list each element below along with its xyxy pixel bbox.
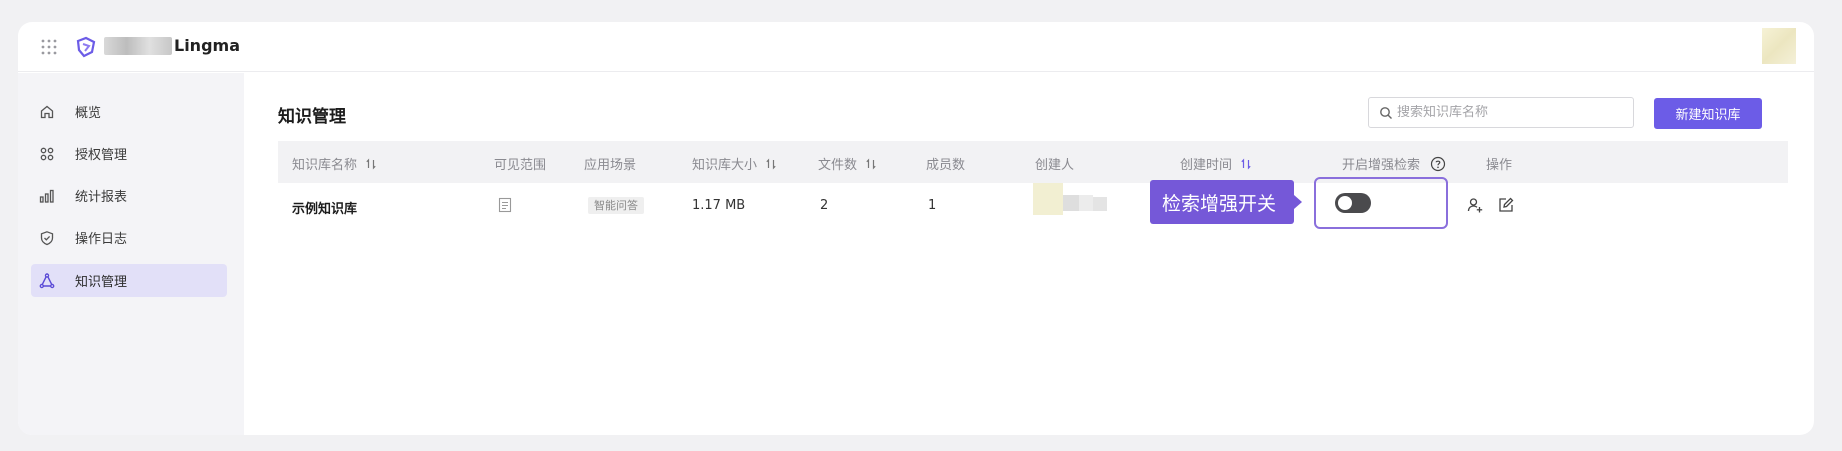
scene-tag: 智能问答 bbox=[588, 197, 644, 214]
main-content: 知识管理 新建知识库 知识库名称 可见范围 应用场景 知识库大小 文件数 bbox=[244, 73, 1814, 435]
column-header-size[interactable]: 知识库大小 bbox=[692, 154, 777, 173]
knowledge-icon bbox=[39, 272, 55, 289]
new-knowledge-base-button[interactable]: 新建知识库 bbox=[1654, 98, 1762, 129]
sidebar-item-label: 概览 bbox=[75, 106, 102, 121]
brand-name: Lingma bbox=[174, 36, 240, 55]
table-row: 示例知识库 智能问答 1.17 MB 2 1 bbox=[278, 183, 1788, 229]
column-header-creator: 创建人 bbox=[1035, 158, 1075, 173]
scene-cell: 智能问答 bbox=[588, 197, 644, 214]
home-icon bbox=[39, 104, 55, 120]
table-header: 知识库名称 可见范围 应用场景 知识库大小 文件数 成员数 创建人 创建时间 开… bbox=[278, 141, 1788, 183]
search-input[interactable] bbox=[1397, 105, 1617, 120]
column-header-created-time[interactable]: 创建时间 bbox=[1180, 154, 1252, 173]
sidebar-item-label: 统计报表 bbox=[75, 190, 128, 205]
kb-name-cell[interactable]: 示例知识库 bbox=[292, 198, 357, 217]
sort-icon[interactable] bbox=[865, 157, 877, 170]
avatar[interactable] bbox=[1762, 28, 1796, 64]
apps-icon bbox=[39, 146, 55, 162]
top-bar: Lingma bbox=[18, 22, 1814, 72]
help-icon[interactable] bbox=[1430, 156, 1446, 172]
sidebar-item-knowledge[interactable]: 知识管理 bbox=[31, 264, 227, 297]
sidebar-item-label: 授权管理 bbox=[75, 148, 128, 163]
document-icon bbox=[498, 197, 512, 213]
sidebar-item-statistics[interactable]: 统计报表 bbox=[31, 179, 227, 212]
sidebar-item-label: 知识管理 bbox=[75, 275, 128, 290]
files-cell: 2 bbox=[820, 198, 829, 213]
app-grid-icon[interactable] bbox=[40, 38, 58, 56]
search-box[interactable] bbox=[1368, 97, 1634, 128]
column-header-name[interactable]: 知识库名称 bbox=[292, 154, 377, 173]
enhanced-search-toggle[interactable] bbox=[1335, 193, 1371, 213]
column-header-members: 成员数 bbox=[926, 158, 966, 173]
sort-icon[interactable] bbox=[365, 157, 377, 170]
sidebar: 概览 授权管理 统计报表 操作日志 知识管理 bbox=[18, 73, 244, 435]
creator-redacted bbox=[1033, 183, 1107, 215]
column-header-files[interactable]: 文件数 bbox=[818, 154, 877, 173]
column-header-visibility: 可见范围 bbox=[494, 158, 547, 173]
annotation-callout: 检索增强开关 bbox=[1150, 180, 1294, 224]
members-cell: 1 bbox=[928, 198, 937, 213]
column-header-enhanced-search: 开启增强检索 bbox=[1342, 154, 1446, 173]
sidebar-item-overview[interactable]: 概览 bbox=[31, 95, 227, 128]
visibility-cell bbox=[498, 197, 512, 217]
app-window: Lingma 概览 授权管理 统计报表 操作日志 知识管理 知识管理 搜索知识库… bbox=[18, 22, 1814, 435]
column-header-scene: 应用场景 bbox=[584, 158, 637, 173]
lingma-logo-icon bbox=[76, 36, 96, 58]
size-cell: 1.17 MB bbox=[692, 198, 746, 213]
shield-check-icon bbox=[39, 230, 55, 246]
edit-icon[interactable] bbox=[1497, 196, 1515, 214]
add-member-icon[interactable] bbox=[1466, 196, 1484, 214]
toggle-knob bbox=[1338, 196, 1352, 210]
search-icon bbox=[1380, 106, 1392, 119]
sort-icon[interactable] bbox=[1240, 157, 1252, 170]
page-title: 知识管理 bbox=[278, 107, 346, 127]
callout-arrow bbox=[1294, 195, 1302, 209]
column-header-actions: 操作 bbox=[1486, 158, 1513, 173]
brand-prefix-redacted bbox=[104, 37, 172, 55]
sidebar-item-audit-log[interactable]: 操作日志 bbox=[31, 221, 227, 254]
sidebar-item-label: 操作日志 bbox=[75, 232, 128, 247]
sort-icon[interactable] bbox=[765, 157, 777, 170]
bar-chart-icon bbox=[39, 188, 55, 204]
sidebar-item-authorization[interactable]: 授权管理 bbox=[31, 137, 227, 170]
